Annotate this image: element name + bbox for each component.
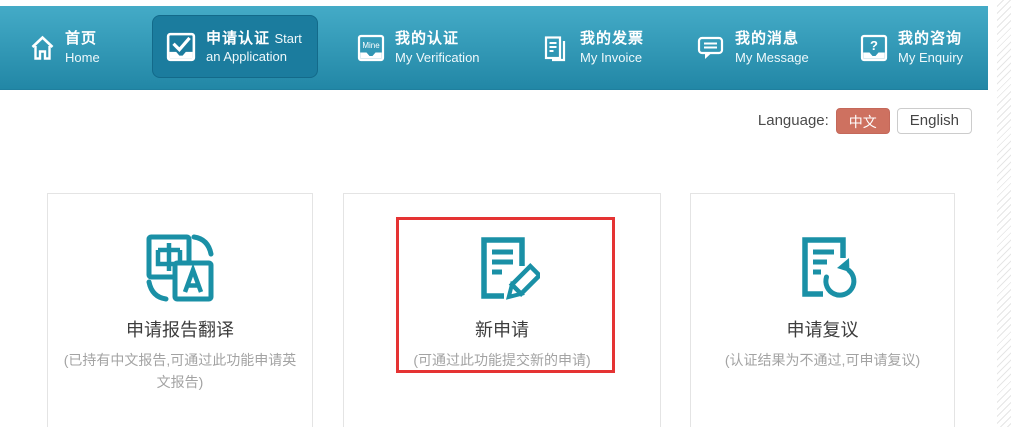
- invoice-icon: [542, 34, 570, 62]
- card-new-application-title: 新申请: [475, 316, 529, 342]
- card-new-application-subtitle: (可通过此功能提交新的申请): [399, 349, 604, 371]
- nav-my-message-label-zh: 我的消息: [735, 30, 809, 49]
- message-icon: [697, 34, 725, 62]
- card-review[interactable]: 申请复议 (认证结果为不通过,可申请复议): [690, 193, 955, 427]
- action-cards: 申请报告翻译 (已持有中文报告,可通过此功能申请英文报告) 新申请 (可通过此功…: [47, 193, 955, 427]
- card-review-title: 申请复议: [787, 316, 859, 342]
- nav-my-message-label-en: My Message: [735, 50, 809, 66]
- card-review-subtitle: (认证结果为不通过,可申请复议): [711, 349, 934, 371]
- svg-text:?: ?: [870, 38, 878, 53]
- card-report-translation-subtitle: (已持有中文报告,可通过此功能申请英文报告): [48, 349, 312, 393]
- card-report-translation[interactable]: 申请报告翻译 (已持有中文报告,可通过此功能申请英文报告): [47, 193, 313, 427]
- nav-my-invoice-label-en: My Invoice: [580, 50, 644, 66]
- home-icon: [30, 35, 55, 61]
- checkbox-icon: [166, 32, 196, 62]
- outside-viewport-hatch: [997, 0, 1011, 427]
- nav-item-my-message[interactable]: 我的消息 My Message: [697, 6, 809, 90]
- question-icon: ?: [860, 34, 888, 62]
- nav-my-enquiry-label-en: My Enquiry: [898, 50, 963, 66]
- language-chinese-button[interactable]: 中文: [836, 108, 890, 134]
- nav-item-my-invoice[interactable]: 我的发票 My Invoice: [542, 6, 644, 90]
- nav-item-start-application[interactable]: 申请认证 Start an Application: [152, 15, 318, 78]
- nav-my-verification-label-en: My Verification: [395, 50, 480, 66]
- svg-text:Mine: Mine: [362, 41, 380, 50]
- page: 首页 Home 申请认证 Start an Application: [0, 0, 1011, 427]
- nav-home-label-en: Home: [65, 50, 100, 66]
- translate-icon: [142, 230, 218, 306]
- top-navbar: 首页 Home 申请认证 Start an Application: [0, 6, 988, 90]
- card-report-translation-title: 申请报告翻译: [126, 316, 234, 342]
- nav-my-enquiry-label-zh: 我的咨询: [898, 30, 963, 49]
- new-application-icon: [464, 230, 540, 306]
- card-new-application[interactable]: 新申请 (可通过此功能提交新的申请): [343, 193, 661, 427]
- nav-start-application-label-zh: 申请认证: [206, 30, 270, 47]
- language-english-button[interactable]: English: [897, 108, 972, 134]
- nav-my-invoice-label-zh: 我的发票: [580, 30, 644, 49]
- language-label: Language:: [758, 112, 829, 129]
- nav-item-my-enquiry[interactable]: ? 我的咨询 My Enquiry: [860, 6, 963, 90]
- review-icon: [785, 230, 861, 306]
- nav-home-label-zh: 首页: [65, 30, 100, 49]
- nav-item-home[interactable]: 首页 Home: [30, 6, 100, 90]
- nav-my-verification-label-zh: 我的认证: [395, 30, 480, 49]
- mine-badge-icon: Mine: [357, 34, 385, 62]
- nav-item-my-verification[interactable]: Mine 我的认证 My Verification: [357, 6, 480, 90]
- language-switcher: Language: 中文 English: [758, 107, 972, 134]
